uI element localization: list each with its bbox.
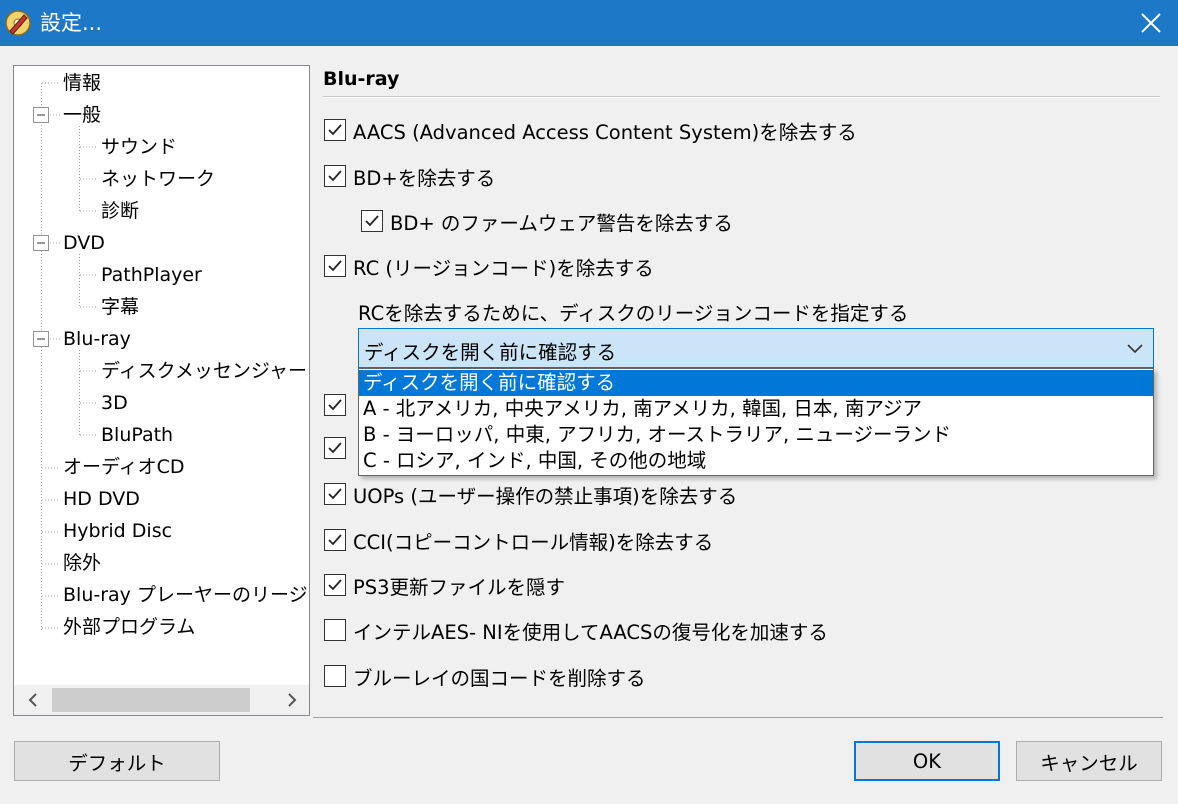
chevron-right-icon: [288, 693, 297, 707]
checkmark-icon: [328, 260, 342, 272]
region-option[interactable]: C - ロシア, インド, 中国, その他の地域: [359, 448, 1153, 474]
option-remove-bdplus-firmware-warning[interactable]: BD+ のファームウェア警告を除去する: [361, 208, 733, 235]
region-dropdown-list[interactable]: ディスクを開く前に確認する A - 北アメリカ, 中央アメリカ, 南アメリカ, …: [358, 368, 1154, 476]
app-icon: [5, 10, 31, 36]
window-title: 設定...: [40, 11, 103, 35]
tree-item-hybrid-disc[interactable]: Hybrid Disc: [63, 518, 172, 544]
tree-item-diagnostics[interactable]: 診断: [101, 198, 139, 224]
checkbox[interactable]: [324, 437, 346, 459]
tree-item-3d[interactable]: 3D: [101, 390, 128, 416]
tree-item-general[interactable]: 一般: [63, 102, 101, 128]
checkbox[interactable]: [324, 665, 346, 687]
option-label: PS3更新ファイルを隠す: [353, 575, 566, 599]
option-label: ブルーレイの国コードを削除する: [353, 666, 646, 690]
region-option[interactable]: A - 北アメリカ, 中央アメリカ, 南アメリカ, 韓国, 日本, 南アジア: [359, 396, 1153, 422]
tree-item-subtitles[interactable]: 字幕: [101, 294, 139, 320]
checkbox[interactable]: [324, 394, 346, 416]
chevron-down-icon: [1127, 344, 1143, 354]
horizontal-scrollbar[interactable]: [14, 685, 309, 715]
option-remove-cci[interactable]: CCI(コピーコントロール情報)を除去する: [324, 527, 714, 554]
section-divider: [323, 96, 1160, 98]
checkmark-icon: [328, 534, 342, 546]
region-option[interactable]: B - ヨーロッパ, 中東, アフリカ, オーストラリア, ニュージーランド: [359, 422, 1153, 448]
settings-tree[interactable]: 情報 一般 サウンド ネットワーク 診断 DVD PathPlayer 字幕 B…: [13, 65, 310, 716]
tree-item-audio-cd[interactable]: オーディオCD: [63, 454, 185, 480]
option-remove-aacs[interactable]: AACS (Advanced Access Content System)を除去…: [324, 117, 857, 144]
title-bar: 設定...: [0, 0, 1178, 46]
option-label: RC (リージョンコード)を除去する: [353, 256, 654, 280]
tree-item-dvd[interactable]: DVD: [63, 230, 105, 256]
option-aes-ni[interactable]: インテルAES- NIを使用してAACSの復号化を加速する: [324, 617, 828, 644]
scroll-right-button[interactable]: [276, 685, 308, 715]
checkmark-icon: [365, 215, 379, 227]
option-hidden-1[interactable]: [324, 392, 346, 418]
tree-item-disc-messenger[interactable]: ディスクメッセンジャー: [101, 358, 307, 384]
close-icon: [1141, 13, 1161, 33]
checkmark-icon: [328, 399, 342, 411]
collapse-icon[interactable]: [33, 235, 49, 251]
tree-item-hd-dvd[interactable]: HD DVD: [63, 486, 140, 512]
option-remove-rc[interactable]: RC (リージョンコード)を除去する: [324, 253, 654, 280]
collapse-icon[interactable]: [33, 331, 49, 347]
option-label: CCI(コピーコントロール情報)を除去する: [353, 530, 714, 554]
checkmark-icon: [328, 124, 342, 136]
option-label: UOPs (ユーザー操作の禁止事項)を除去する: [353, 484, 738, 508]
close-button[interactable]: [1124, 0, 1178, 46]
tree-item-external-programs[interactable]: 外部プログラム: [63, 614, 195, 640]
tree-item-pathplayer[interactable]: PathPlayer: [101, 262, 202, 288]
region-select[interactable]: ディスクを開く前に確認する: [358, 328, 1154, 368]
checkbox[interactable]: [361, 210, 383, 232]
scroll-left-button[interactable]: [17, 685, 49, 715]
checkbox[interactable]: [324, 165, 346, 187]
option-remove-country-code[interactable]: ブルーレイの国コードを削除する: [324, 663, 646, 690]
region-prompt-label: RCを除去するために、ディスクのリージョンコードを指定する: [358, 302, 909, 325]
tree-item-sound[interactable]: サウンド: [101, 134, 177, 160]
ok-button[interactable]: OK: [854, 741, 1000, 781]
option-label: AACS (Advanced Access Content System)を除去…: [353, 120, 857, 144]
scroll-thumb[interactable]: [52, 688, 250, 712]
checkmark-icon: [328, 488, 342, 500]
option-label: BD+を除去する: [353, 166, 496, 190]
tree-item-blupath[interactable]: BluPath: [101, 422, 173, 448]
tree-item-bluray[interactable]: Blu-ray: [63, 326, 131, 352]
option-hide-ps3-update[interactable]: PS3更新ファイルを隠す: [324, 572, 566, 599]
region-select-value: ディスクを開く前に確認する: [364, 341, 617, 364]
checkbox[interactable]: [324, 483, 346, 505]
checkbox[interactable]: [324, 255, 346, 277]
tree-item-network[interactable]: ネットワーク: [101, 166, 215, 192]
checkbox[interactable]: [324, 529, 346, 551]
tree-item-exclusions[interactable]: 除外: [63, 550, 101, 576]
option-label: インテルAES- NIを使用してAACSの復号化を加速する: [353, 620, 828, 644]
section-title: Blu-ray: [323, 68, 400, 90]
option-remove-uops[interactable]: UOPs (ユーザー操作の禁止事項)を除去する: [324, 481, 738, 508]
checkbox[interactable]: [324, 119, 346, 141]
cancel-button[interactable]: キャンセル: [1016, 741, 1162, 781]
checkbox[interactable]: [324, 619, 346, 641]
bottom-divider: [313, 717, 1163, 718]
option-label: BD+ のファームウェア警告を除去する: [390, 211, 733, 235]
option-remove-bdplus[interactable]: BD+を除去する: [324, 163, 496, 190]
default-button[interactable]: デフォルト: [14, 741, 220, 781]
checkmark-icon: [328, 442, 342, 454]
checkmark-icon: [328, 170, 342, 182]
tree-item-info[interactable]: 情報: [63, 70, 101, 96]
checkbox[interactable]: [324, 574, 346, 596]
collapse-icon[interactable]: [33, 107, 49, 123]
checkmark-icon: [328, 579, 342, 591]
chevron-left-icon: [28, 693, 37, 707]
option-hidden-2[interactable]: [324, 435, 346, 461]
region-option[interactable]: ディスクを開く前に確認する: [359, 370, 1153, 396]
tree-item-bluray-player-region[interactable]: Blu-ray プレーヤーのリージ: [63, 582, 308, 608]
